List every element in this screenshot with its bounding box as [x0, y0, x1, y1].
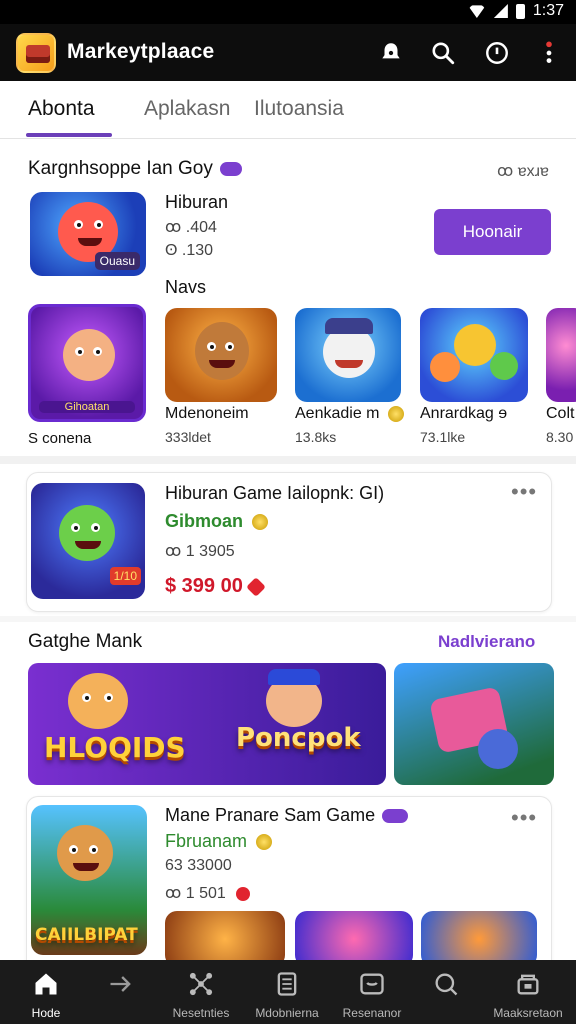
screenshot-thumbnail[interactable]: [165, 911, 285, 967]
featured-app-name: Hiburan: [165, 192, 229, 212]
nav-item-forward[interactable]: [80, 960, 162, 1024]
app-tile-thumbnail[interactable]: [420, 308, 528, 402]
card-meta: ꝏ 1 501: [165, 883, 251, 903]
section-divider: [0, 616, 576, 622]
tab-aplakasn[interactable]: Aplakasn: [144, 97, 230, 121]
game-card-thumbnail: 1/10: [31, 483, 145, 599]
app-title: Markeytplaace: [67, 40, 215, 63]
promo-banner[interactable]: HLOQIDS Poncpok: [28, 663, 386, 785]
tile-label: Mdenoneim: [165, 405, 249, 422]
tile-meta: 13.8ks: [295, 429, 337, 445]
card-title: Mane Pranare Sam Game: [165, 805, 409, 826]
nav-item-search[interactable]: [405, 960, 487, 1024]
card-price: $ 399 00: [165, 575, 266, 598]
battery-icon: [515, 3, 525, 19]
store-icon: [517, 974, 539, 995]
search-icon: [432, 42, 455, 65]
card-menu-button[interactable]: •••: [511, 805, 537, 831]
thumb-badge: Ouasu: [94, 252, 140, 270]
section-divider: [0, 456, 576, 464]
home-icon: [35, 973, 57, 995]
overflow-menu-button[interactable]: [534, 38, 564, 68]
game-card[interactable]: CAIILBIPAT Mane Pranare Sam Game ••• Fbr…: [26, 796, 552, 967]
banner-title: Poncpok: [236, 723, 361, 753]
app-tile-thumbnail[interactable]: [165, 308, 277, 402]
smile-box-icon: [360, 973, 384, 995]
tab-ilutoansia[interactable]: Ilutoansia: [254, 97, 344, 121]
tab-indicator: [26, 133, 112, 137]
install-button[interactable]: Hoonair: [434, 209, 551, 255]
tile-label: Colt: [546, 405, 575, 422]
card-subtitle: Gibmoan: [165, 511, 269, 532]
game-card-thumbnail: CAIILBIPAT: [31, 805, 147, 955]
nav-item-documents[interactable]: Mdobnierna: [246, 960, 328, 1024]
status-time: 1:37: [532, 2, 564, 19]
signal-icon: [493, 4, 508, 18]
featured-app-meta: ʘ .130: [165, 242, 214, 259]
tile-meta: 333ldet: [165, 429, 211, 445]
network-icon: [189, 972, 213, 996]
featured-app-thumbnail[interactable]: Ouasu: [30, 192, 146, 276]
badge-pill: [220, 161, 243, 176]
tab-abonta[interactable]: Abonta: [28, 97, 95, 121]
tile-label: Anrardkag ɘ: [420, 405, 508, 422]
section-title: Gatghe Mank: [28, 631, 143, 652]
screenshot-thumbnail[interactable]: [295, 911, 413, 967]
section-title: Kargnhsoppe Ian Goy: [28, 158, 243, 180]
app-logo: [16, 33, 56, 73]
bell-icon: [382, 43, 400, 59]
promo-banner[interactable]: [394, 663, 554, 785]
app-tile-thumbnail[interactable]: Gihoatan: [28, 304, 146, 422]
tab-bar: Abonta Aplakasn Ilutoansia: [0, 81, 576, 139]
bottom-navigation: Hode Nesetnties Mdobnierna Resenanor Maa…: [0, 960, 576, 1024]
search-button[interactable]: [428, 38, 458, 68]
clock-icon: [486, 42, 508, 64]
app-tile-thumbnail[interactable]: [295, 308, 401, 402]
search-icon: [435, 973, 458, 996]
status-bar: 1:37: [0, 0, 576, 24]
card-menu-button[interactable]: •••: [511, 479, 537, 505]
document-icon: [277, 972, 297, 996]
tile-label: Gihoatan: [39, 401, 135, 413]
card-subtitle: Fbruanam: [165, 831, 273, 852]
app-tile-thumbnail[interactable]: [546, 308, 576, 402]
row-title: Navs: [165, 277, 207, 297]
tile-meta: 73.1lke: [420, 429, 466, 445]
nav-item-home[interactable]: Hode: [5, 960, 87, 1024]
section-more-link[interactable]: Nadlvierano: [438, 632, 535, 652]
notification-bell-button[interactable]: [376, 38, 406, 68]
tile-meta: 8.30: [546, 429, 574, 445]
featured-app-meta: ꝏ .404: [165, 219, 217, 236]
banner-title: HLOQIDS: [44, 731, 186, 764]
screenshot-thumbnail[interactable]: [421, 911, 537, 967]
thumb-title: CAIILBIPAT: [35, 925, 138, 945]
nav-item-resources[interactable]: Resenanor: [331, 960, 413, 1024]
nav-item-network[interactable]: Nesetnties: [160, 960, 242, 1024]
tile-label: Aenkadie m: [295, 405, 404, 423]
nav-item-marketplace[interactable]: Maaksretaon: [487, 960, 569, 1024]
wifi-icon: [467, 5, 486, 18]
card-title: Hiburan Game Iailopnk: GI): [165, 483, 385, 503]
history-button[interactable]: [482, 38, 512, 68]
section-more-link[interactable]: ꝏ ɐxɹɐ: [497, 161, 549, 181]
app-bar: Markeytplaace: [0, 24, 576, 81]
game-card[interactable]: 1/10 Hiburan Game Iailopnk: GI) ••• Gibm…: [26, 472, 552, 612]
card-meta: ꝏ 1 3905: [165, 543, 235, 560]
tile-meta: S conena: [28, 430, 92, 447]
card-meta: 63 33000: [165, 857, 232, 874]
more-vertical-icon: [546, 41, 552, 63]
thumb-badge: 1/10: [109, 567, 141, 585]
arrow-right-icon: [110, 976, 131, 992]
